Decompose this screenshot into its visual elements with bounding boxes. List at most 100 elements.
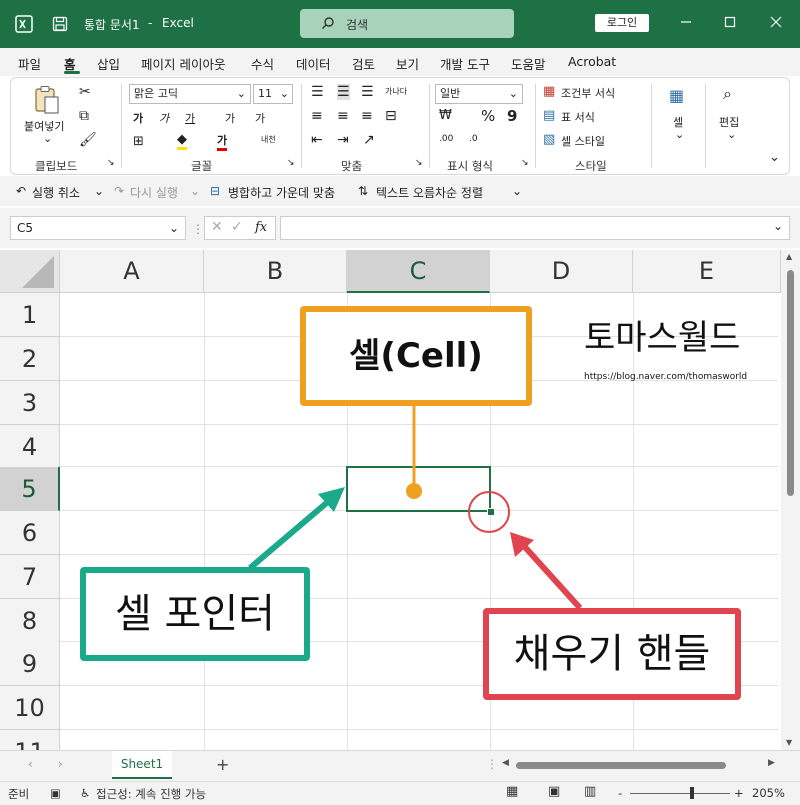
comma-button[interactable]: 9 (507, 107, 517, 125)
orientation-icon[interactable]: ↗ (363, 132, 375, 148)
name-box[interactable]: C5 ⌄ (10, 216, 186, 240)
insert-function-button[interactable]: fx (255, 220, 267, 235)
cell-styles-icon[interactable]: ▧ (543, 132, 555, 147)
accessibility-icon[interactable]: ♿ (80, 786, 90, 800)
font-size-select[interactable]: 11 ⌄ (253, 84, 293, 104)
percent-button[interactable]: % (481, 107, 495, 125)
expand-formula-icon[interactable]: ⌄ (773, 219, 783, 233)
copy-icon[interactable]: ⧉ (79, 108, 89, 124)
decrease-indent-icon[interactable]: ⇤ (311, 132, 323, 148)
alignment-launcher-icon[interactable]: ↘ (415, 158, 423, 168)
chevron-down-icon[interactable]: ⌄ (675, 128, 684, 141)
macro-record-icon[interactable]: ▣ (50, 786, 61, 800)
merge-icon[interactable]: ⊟ (385, 108, 397, 124)
font-launcher-icon[interactable]: ↘ (287, 158, 295, 168)
shrink-font-button[interactable]: 가 (255, 110, 265, 126)
sheet-tab-sheet1[interactable]: Sheet1 (112, 751, 172, 779)
tab-data[interactable]: 데이터 (296, 54, 331, 73)
more-icon[interactable]: ⋮ (192, 222, 204, 236)
tab-page-layout[interactable]: 페이지 레이아웃 (141, 54, 225, 73)
save-icon[interactable] (50, 14, 70, 34)
page-break-view-icon[interactable]: ▥ (584, 784, 596, 799)
close-icon[interactable] (766, 14, 786, 34)
search-box[interactable]: 검색 (300, 9, 514, 38)
align-bottom-icon[interactable]: ☰ (361, 84, 374, 100)
vertical-scrollbar[interactable]: ▲ ▼ (781, 250, 800, 750)
table-format-icon[interactable]: ▤ (543, 108, 555, 123)
conditional-format-icon[interactable]: ▦ (543, 84, 555, 99)
scroll-left-icon[interactable]: ◀ (502, 758, 509, 768)
add-sheet-button[interactable]: + (216, 755, 229, 774)
scroll-down-icon[interactable]: ▼ (786, 738, 792, 747)
cancel-icon[interactable]: ✕ (211, 219, 223, 235)
chevron-down-icon[interactable]: ⌄ (94, 184, 104, 198)
customize-qat-icon[interactable]: ⌄ (512, 184, 522, 198)
maximize-icon[interactable] (720, 14, 740, 34)
tab-file[interactable]: 파일 (18, 54, 41, 73)
tab-formulas[interactable]: 수식 (251, 54, 274, 73)
undo-icon[interactable]: ↶ (16, 184, 26, 198)
tab-developer[interactable]: 개발 도구 (440, 54, 490, 73)
page-layout-view-icon[interactable]: ▣ (548, 784, 560, 799)
confirm-icon[interactable]: ✓ (231, 219, 243, 235)
undo-button[interactable]: 실행 취소 (32, 184, 80, 201)
zoom-level[interactable]: 205% (752, 786, 785, 800)
zoom-slider[interactable] (630, 793, 730, 794)
cut-icon[interactable]: ✂ (79, 84, 91, 100)
merge-center-button[interactable]: 병합하고 가운데 맞춤 (228, 184, 335, 201)
align-middle-icon[interactable]: ☰ (337, 84, 350, 100)
bold-button[interactable]: 가 (133, 110, 143, 126)
wrap-text-button[interactable]: 가나다 (385, 86, 407, 97)
conditional-format-button[interactable]: 조건부 서식 (561, 85, 615, 101)
cells-icon[interactable]: ▦ (669, 86, 684, 105)
clipboard-launcher-icon[interactable]: ↘ (107, 158, 115, 168)
scroll-up-icon[interactable]: ▲ (786, 252, 792, 261)
scroll-right-icon[interactable]: ▶ (768, 758, 775, 768)
login-button[interactable]: 로그인 (595, 14, 649, 32)
formula-input[interactable]: ⌄ (280, 216, 790, 240)
chevron-down-icon[interactable]: ⌄ (727, 128, 736, 141)
align-center-icon[interactable]: ≡ (337, 108, 349, 124)
redo-button[interactable]: 다시 실행 (130, 184, 178, 201)
tab-review[interactable]: 검토 (352, 54, 375, 73)
horizontal-scroll-thumb[interactable] (516, 762, 726, 769)
accessibility-status[interactable]: 접근성: 계속 진행 가능 (96, 786, 206, 802)
chevron-down-icon[interactable]: ⌄ (190, 184, 200, 198)
collapse-ribbon-icon[interactable]: ⌄ (769, 150, 780, 165)
increase-indent-icon[interactable]: ⇥ (337, 132, 349, 148)
table-format-button[interactable]: 표 서식 (561, 109, 595, 125)
sort-asc-icon[interactable]: ⇅ (358, 184, 368, 198)
worksheet-grid[interactable]: A B C D E 1 2 3 4 5 6 7 8 9 10 11 셀(Cell… (0, 250, 800, 750)
vertical-scroll-thumb[interactable] (787, 270, 794, 496)
decrease-decimal-button[interactable]: .0 (469, 134, 478, 144)
accounting-icon[interactable]: ₩ (439, 108, 452, 123)
fill-color-icon[interactable]: ◆ (177, 132, 187, 150)
redo-icon[interactable]: ↷ (114, 184, 124, 198)
underline-button[interactable]: 가 (185, 110, 195, 126)
tab-help[interactable]: 도움말 (511, 54, 546, 73)
align-left-icon[interactable]: ≡ (311, 108, 323, 124)
tab-insert[interactable]: 삽입 (97, 54, 120, 73)
phonetic-button[interactable]: 내천 (261, 134, 276, 145)
borders-icon[interactable]: ⊞ (133, 134, 144, 149)
zoom-slider-thumb[interactable] (690, 787, 694, 799)
align-right-icon[interactable]: ≡ (361, 108, 373, 124)
sort-text-asc-button[interactable]: 텍스트 오름차순 정렬 (376, 184, 483, 201)
tab-acrobat[interactable]: Acrobat (568, 54, 616, 69)
normal-view-icon[interactable]: ▦ (506, 784, 518, 799)
zoom-in-button[interactable]: + (734, 786, 744, 800)
merge-center-icon[interactable]: ⊟ (210, 184, 220, 198)
paste-dropdown-icon[interactable]: ⌄ (43, 132, 52, 145)
number-launcher-icon[interactable]: ↘ (521, 158, 529, 168)
cell-styles-button[interactable]: 셀 스타일 (561, 133, 605, 149)
font-name-select[interactable]: 맑은 고딕 ⌄ (129, 84, 251, 104)
zoom-out-button[interactable]: - (618, 786, 622, 800)
format-painter-icon[interactable]: 🖌 (79, 132, 97, 148)
align-top-icon[interactable]: ☰ (311, 84, 324, 100)
grow-font-button[interactable]: 가 (225, 110, 235, 126)
minimize-icon[interactable] (676, 14, 696, 34)
next-sheet-icon[interactable]: › (58, 757, 63, 771)
italic-button[interactable]: 가 (159, 110, 169, 126)
paste-icon[interactable] (31, 84, 63, 116)
increase-decimal-button[interactable]: .00 (439, 134, 453, 144)
